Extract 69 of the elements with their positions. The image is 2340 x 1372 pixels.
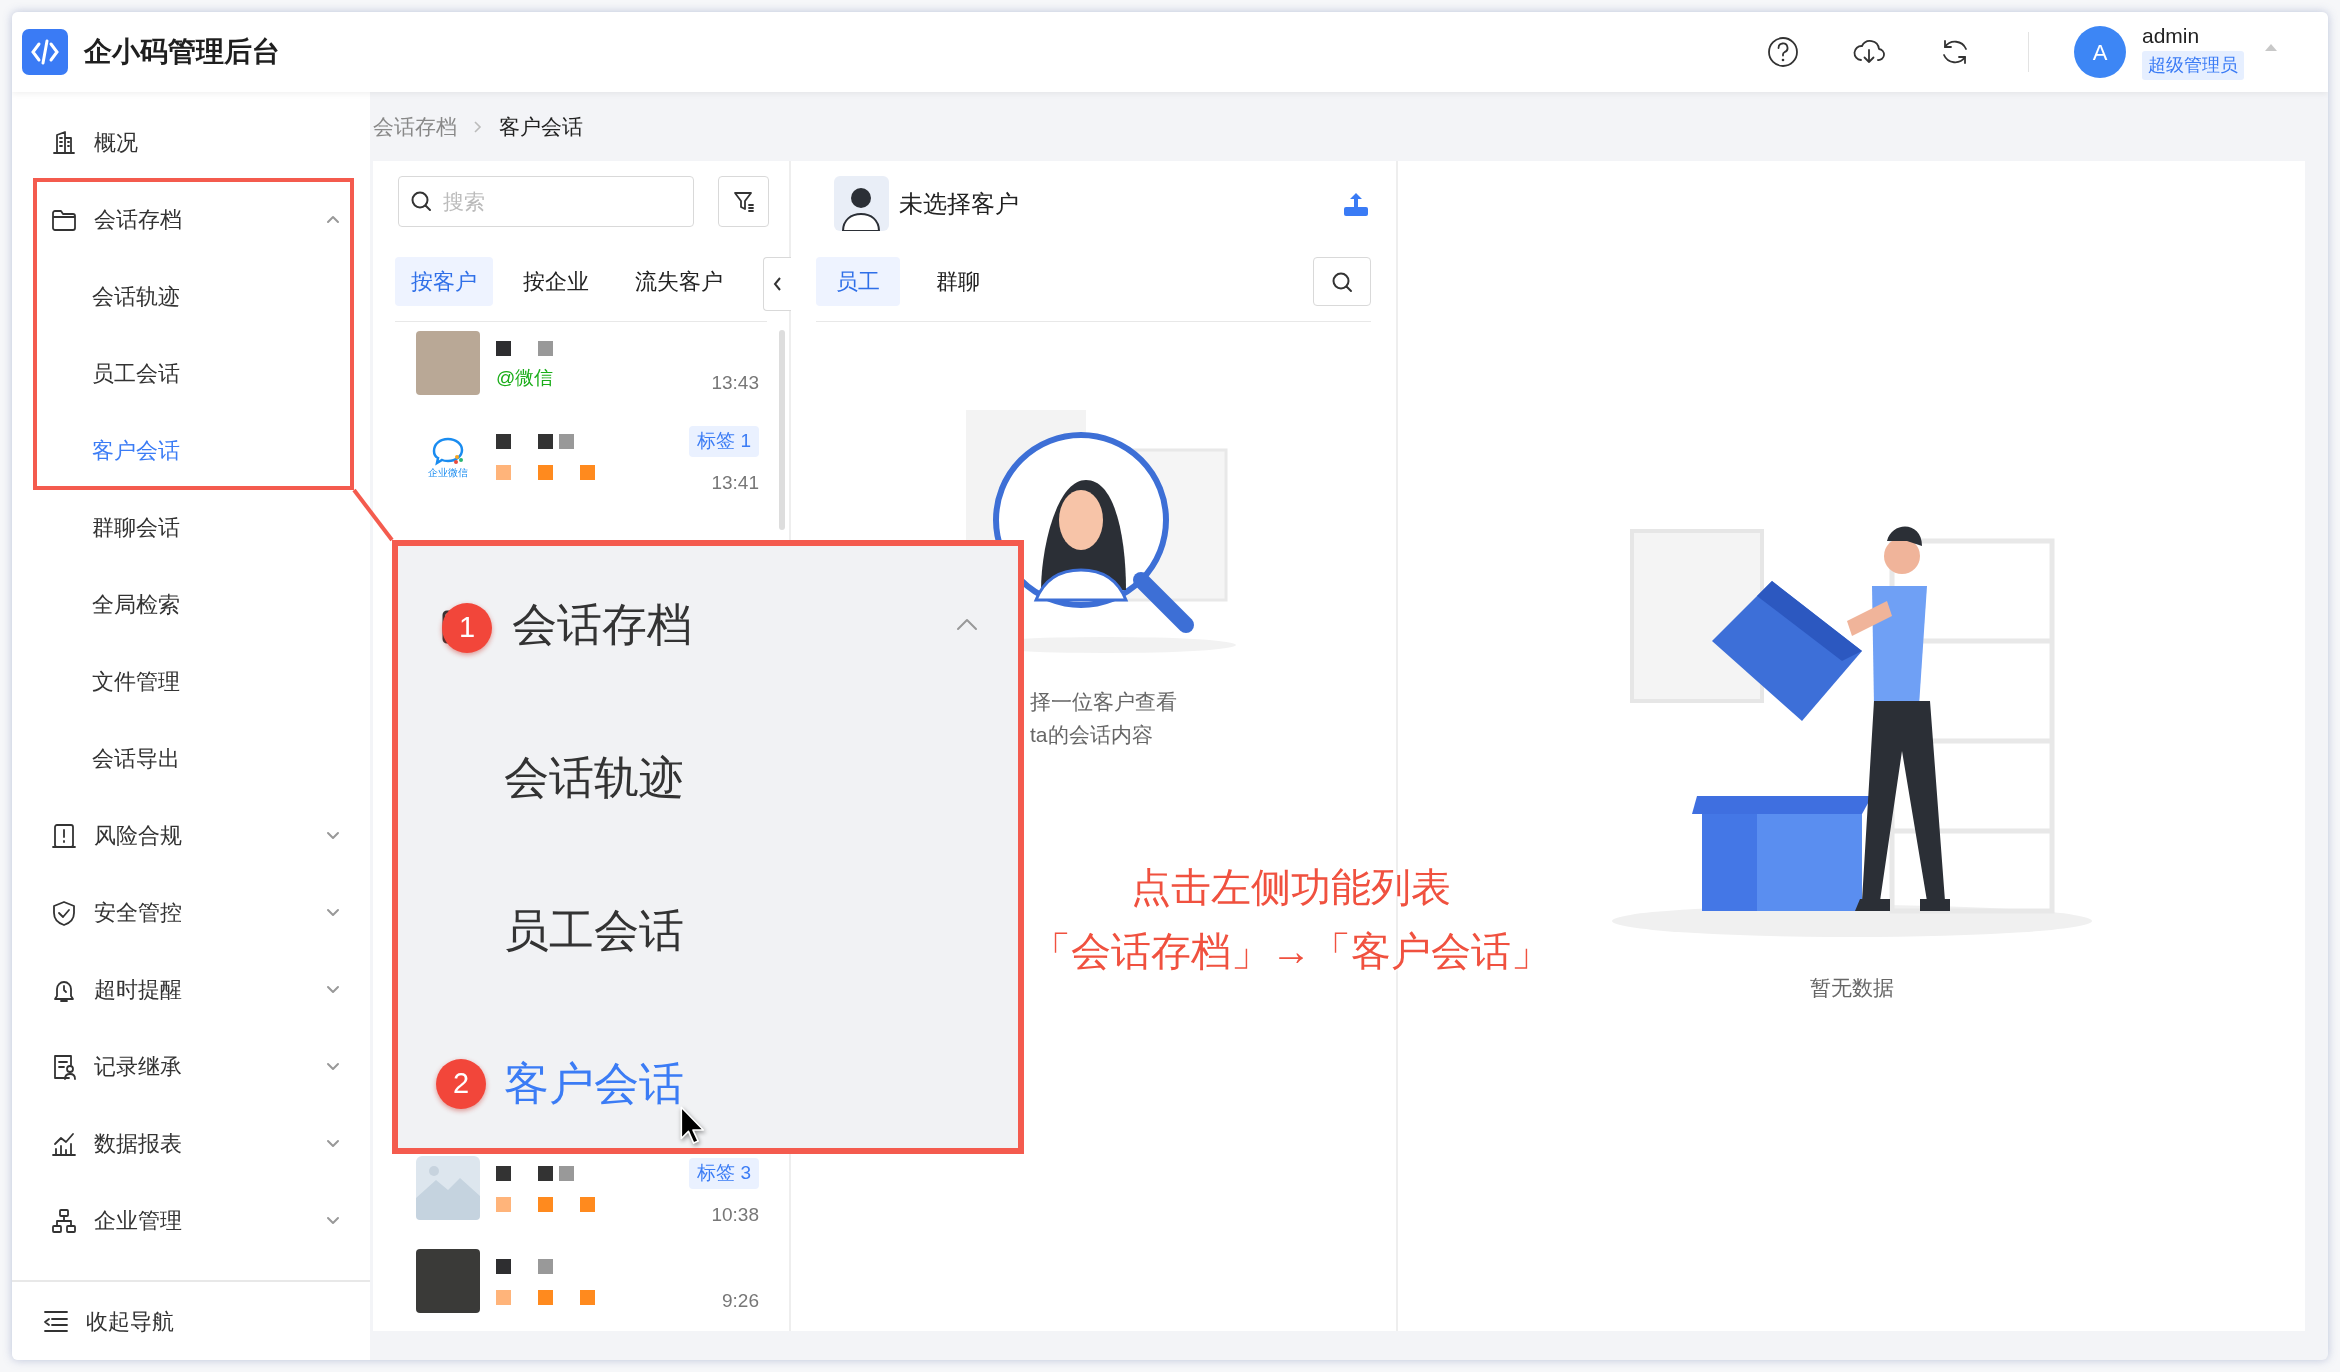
building-icon — [50, 128, 78, 157]
user-name: admin — [2142, 23, 2200, 48]
message-time: 13:43 — [711, 371, 759, 395]
message-time: 10:38 — [711, 1202, 759, 1227]
nav-item[interactable]: 超时提醒 — [94, 973, 182, 1006]
empty-state-text: 暂无数据 — [1809, 975, 1894, 1001]
nav-item[interactable]: 数据报表 — [94, 1127, 182, 1160]
user-avatar[interactable]: A — [2074, 26, 2126, 78]
tag-badge: 标签 1 — [689, 426, 759, 457]
empty-state-text: ta的会话内容 — [1030, 722, 1154, 748]
filter-tab[interactable]: 按企业 — [507, 257, 605, 306]
tag-badge: 标签 3 — [689, 1158, 759, 1189]
chat-tab[interactable]: 群聊 — [916, 257, 1000, 306]
redacted-name — [496, 341, 553, 356]
chat-list-item[interactable]: @微信 13:43 — [373, 331, 789, 424]
chevron-right-icon — [473, 119, 483, 134]
nav-subitem[interactable]: 会话轨迹 — [12, 258, 370, 335]
step-badge: 2 — [436, 1058, 486, 1109]
annotation-text: 点击左侧功能列表 — [1130, 864, 1452, 911]
filter-tab[interactable]: 流失客户 — [619, 257, 739, 306]
nav-subitem[interactable]: 客户会话 — [12, 412, 370, 489]
message-time: 13:41 — [711, 470, 759, 495]
document-alert-icon — [50, 821, 78, 850]
chat-tab[interactable]: 员工 — [816, 257, 900, 306]
chat-list-item[interactable]: 标签 3 10:38 — [373, 1156, 789, 1249]
search-icon — [1331, 270, 1353, 293]
filter-button[interactable] — [718, 176, 769, 227]
channel-label: @微信 — [496, 366, 555, 390]
chat-list-item[interactable]: 企业微信 标签 1 13:41 — [373, 424, 789, 517]
nav-item[interactable]: 风险合规 — [94, 819, 182, 852]
nav-subitem[interactable]: 会话导出 — [12, 720, 370, 797]
nav-subitem[interactable]: 文件管理 — [12, 643, 370, 720]
help-icon[interactable] — [1765, 34, 1801, 70]
collapse-nav-link[interactable]: 收起导航 — [86, 1304, 174, 1338]
collapse-panel-button[interactable] — [763, 257, 791, 311]
role-badge: 超级管理员 — [2142, 51, 2244, 81]
step-badge: 1 — [442, 602, 492, 653]
breadcrumb-item: 客户会话 — [499, 113, 583, 140]
filter-tab[interactable]: 按客户 — [395, 257, 493, 306]
scrollbar[interactable] — [779, 330, 785, 530]
image-placeholder-icon — [416, 1156, 480, 1220]
nav-subitem[interactable]: 全局检索 — [12, 566, 370, 643]
message-time: 9:26 — [722, 1289, 759, 1313]
search-field[interactable]: 搜索 — [398, 176, 694, 227]
empty-state-text: 择一位客户查看 — [1030, 689, 1178, 715]
chat-list-item[interactable]: 9:26 — [373, 1249, 789, 1331]
org-chart-icon — [50, 1206, 78, 1235]
filter-icon — [731, 189, 756, 214]
customer-name: 未选择客户 — [899, 188, 1019, 219]
chevron-left-icon — [771, 276, 784, 292]
logo-caption: 企业微信 — [428, 466, 468, 478]
app-title: 企小码管理后台 — [84, 35, 280, 69]
nav-item[interactable]: 企业管理 — [94, 1204, 182, 1237]
nav-item[interactable]: 概况 — [94, 126, 138, 159]
photo-placeholder — [416, 1249, 480, 1313]
redacted-name — [496, 1259, 553, 1274]
search-button[interactable] — [1313, 257, 1371, 306]
logo-icon — [22, 29, 68, 75]
annotation-text: 「会话存档」→「客户会话」 — [1030, 928, 1552, 975]
shield-check-icon — [50, 898, 78, 927]
photo-placeholder — [416, 331, 480, 395]
nav-item[interactable]: 安全管控 — [94, 896, 182, 929]
nav-subitem[interactable]: 员工会话 — [12, 335, 370, 412]
customer-avatar — [834, 176, 889, 231]
search-icon — [410, 190, 432, 212]
cursor-icon — [680, 1106, 706, 1145]
nav-subitem[interactable]: 群聊会话 — [12, 489, 370, 566]
nav-item[interactable]: 记录继承 — [94, 1050, 182, 1083]
nav-item[interactable]: 会话存档 — [94, 203, 182, 236]
